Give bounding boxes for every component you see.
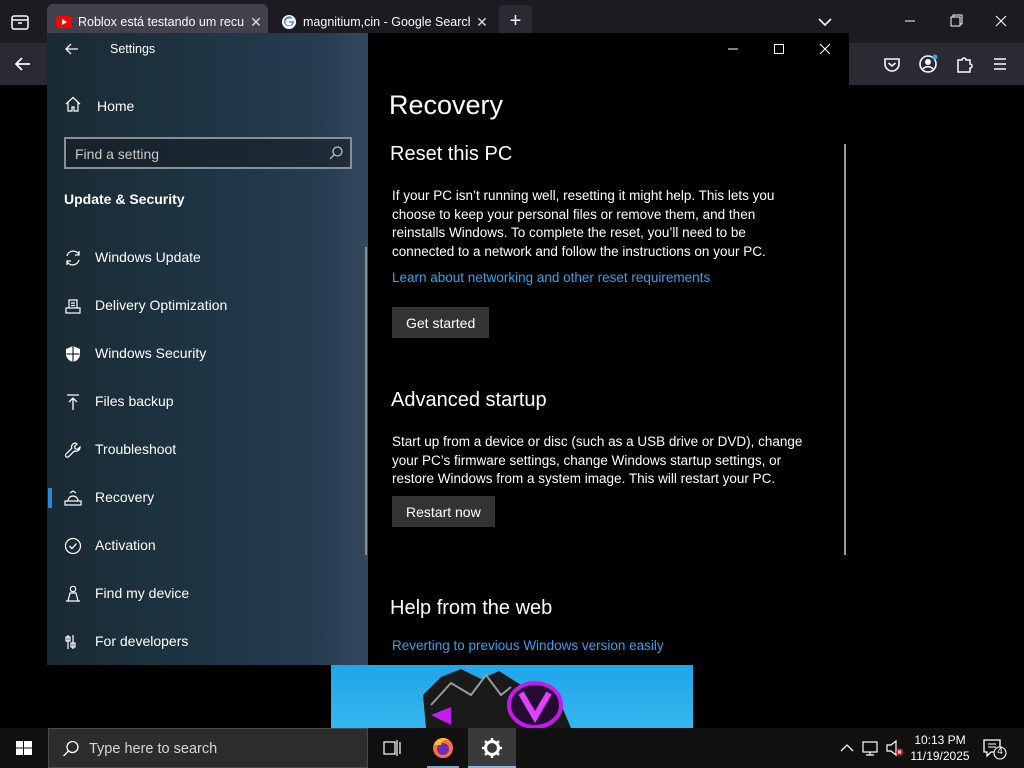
- close-tab-icon[interactable]: ✕: [470, 14, 494, 31]
- section-heading-advanced-startup: Advanced startup: [391, 389, 547, 411]
- close-tab-icon[interactable]: ✕: [244, 14, 268, 31]
- tab-title: magnitium,cin - Google Search: [303, 15, 470, 29]
- taskbar-search[interactable]: Type here to search: [48, 728, 368, 768]
- help-link[interactable]: Reverting to previous Windows version ea…: [392, 638, 664, 653]
- google-icon: [281, 14, 297, 30]
- text-line: connected to a network and follow the in…: [392, 243, 766, 259]
- list-all-tabs-icon[interactable]: [815, 13, 835, 31]
- text-line: your PC’s firmware settings, change Wind…: [392, 452, 782, 468]
- reset-description: If your PC isn’t running well, resetting…: [392, 187, 822, 261]
- sidebar-item-label: Windows Update: [95, 249, 201, 265]
- notification-count: 4: [997, 746, 1003, 757]
- home-icon: [64, 95, 82, 118]
- close-icon[interactable]: [810, 40, 840, 58]
- menu-icon[interactable]: [989, 53, 1011, 75]
- text-line: If your PC isn’t running well, resetting…: [392, 188, 775, 203]
- check-circle-icon: [63, 536, 83, 556]
- clock-time: 10:13 PM: [914, 733, 966, 747]
- browser-restore-icon[interactable]: [941, 8, 971, 34]
- search-placeholder: Type here to search: [89, 741, 218, 757]
- section-heading-help: Help from the web: [390, 597, 553, 619]
- sidebar-item-label: Windows Security: [95, 345, 207, 361]
- delivery-optimization-icon: [63, 296, 83, 316]
- get-started-button[interactable]: Get started: [392, 307, 490, 338]
- sync-icon: [63, 248, 83, 268]
- advanced-startup-description: Start up from a device or disc (such as …: [392, 433, 822, 489]
- start-button[interactable]: [0, 728, 48, 768]
- sidebar-item-troubleshoot[interactable]: Troubleshoot: [47, 426, 368, 474]
- text-line: Start up from a device or disc (such as …: [392, 434, 803, 449]
- search-icon: [61, 739, 81, 759]
- search-input[interactable]: [75, 144, 325, 163]
- restart-now-button[interactable]: Restart now: [392, 496, 495, 527]
- firefox-view-icon[interactable]: [8, 11, 32, 33]
- task-view-icon[interactable]: [368, 728, 416, 768]
- sidebar-item-activation[interactable]: Activation: [47, 522, 368, 570]
- reset-requirements-link[interactable]: Learn about networking and other reset r…: [392, 270, 710, 285]
- volume-muted-icon[interactable]: [885, 738, 905, 758]
- sidebar-item-label: Find my device: [95, 585, 190, 601]
- back-arrow-icon[interactable]: [61, 39, 83, 59]
- settings-gear-icon[interactable]: [468, 728, 516, 768]
- window-title: Settings: [110, 42, 156, 56]
- youtube-icon: [56, 14, 72, 30]
- page-title: Recovery: [389, 90, 504, 120]
- sidebar-item-label: Troubleshoot: [95, 441, 177, 457]
- text-line: restore Windows from a system image. Thi…: [392, 471, 776, 486]
- section-heading-reset: Reset this PC: [390, 143, 513, 165]
- sidebar-item-label: For developers: [95, 633, 189, 649]
- sidebar-item-label: Recovery: [95, 489, 155, 505]
- text-line: reinstalls Windows. To complete the rese…: [392, 225, 746, 240]
- shield-icon: [63, 344, 83, 364]
- clock-date: 11/19/2025: [910, 749, 970, 763]
- sidebar-item-label: Delivery Optimization: [95, 297, 228, 313]
- sidebar-item-windows-security[interactable]: Windows Security: [47, 330, 368, 378]
- pocket-icon[interactable]: [881, 53, 903, 75]
- recovery-icon: [63, 488, 83, 508]
- account-icon[interactable]: [917, 53, 939, 75]
- sidebar-item-recovery[interactable]: Recovery: [47, 474, 368, 522]
- browser-minimize-icon[interactable]: [895, 8, 925, 34]
- sidebar-item-delivery-optimization[interactable]: Delivery Optimization: [47, 282, 368, 330]
- minimize-icon[interactable]: [718, 40, 748, 58]
- settings-window: Settings Home Update & Security Windows …: [47, 33, 849, 665]
- network-icon[interactable]: [861, 738, 881, 758]
- upload-arrow-icon: [63, 392, 83, 412]
- sidebar-scrollbar[interactable]: [365, 247, 367, 555]
- person-location-icon: [63, 584, 83, 604]
- sidebar-item-label: Home: [97, 98, 135, 114]
- settings-sidebar: Settings Home Update & Security Windows …: [47, 33, 368, 665]
- text-line: choose to keep your personal files or re…: [392, 206, 756, 222]
- maximize-icon[interactable]: [764, 40, 794, 58]
- sidebar-item-label: Files backup: [95, 393, 174, 409]
- browser-close-icon[interactable]: [986, 8, 1016, 34]
- search-icon[interactable]: [328, 145, 344, 161]
- find-setting-search[interactable]: [64, 137, 352, 169]
- section-title: Update & Security: [64, 191, 185, 207]
- sidebar-item-for-developers[interactable]: For developers: [47, 618, 368, 666]
- webpage-thumbnail-image: [331, 665, 693, 728]
- sidebar-item-windows-update[interactable]: Windows Update: [47, 234, 368, 282]
- sidebar-item-find-my-device[interactable]: Find my device: [47, 570, 368, 618]
- sidebar-item-home[interactable]: Home: [64, 95, 134, 117]
- tab-title: Roblox está testando um recurso: [78, 15, 244, 29]
- settings-content: Recovery Reset this PC If your PC isn’t …: [368, 33, 849, 665]
- taskbar: Type here to search 10:13 PM 11/19/2025 …: [0, 728, 1024, 768]
- notification-center-icon[interactable]: 4: [980, 736, 1008, 762]
- firefox-icon[interactable]: [419, 728, 467, 768]
- chevron-up-icon[interactable]: [837, 738, 857, 758]
- selection-indicator: [48, 488, 52, 508]
- wrench-icon: [63, 440, 83, 460]
- sidebar-item-label: Activation: [95, 537, 156, 553]
- content-scrollbar[interactable]: [844, 144, 846, 555]
- system-clock[interactable]: 10:13 PM 11/19/2025: [906, 732, 974, 764]
- back-arrow-icon[interactable]: [12, 53, 34, 75]
- sidebar-item-files-backup[interactable]: Files backup: [47, 378, 368, 426]
- developer-icon: [63, 632, 83, 652]
- extensions-icon[interactable]: [953, 53, 975, 75]
